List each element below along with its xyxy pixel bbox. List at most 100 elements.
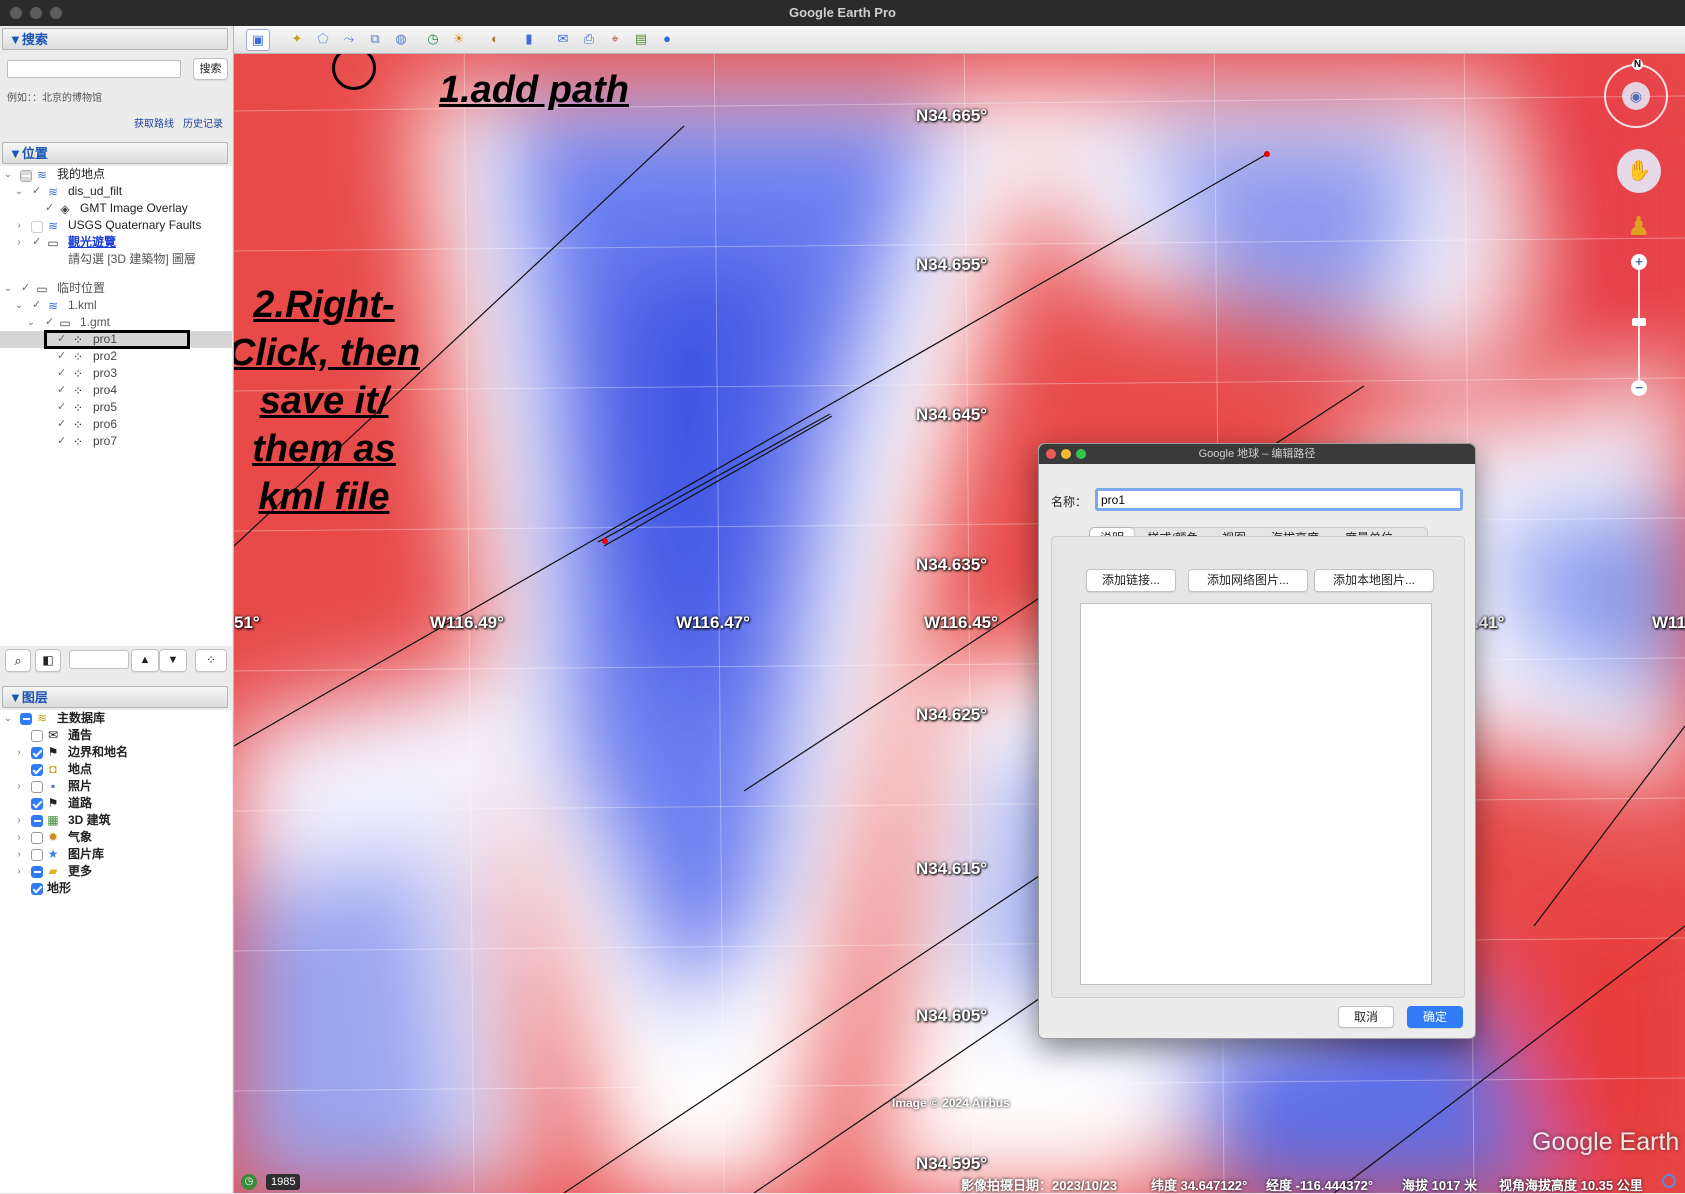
add-path-icon[interactable]: ⤳ xyxy=(338,29,360,49)
place-gmt-image-overlay[interactable]: GMT Image Overlay xyxy=(80,200,188,217)
add-link-button[interactable]: 添加链接... xyxy=(1086,569,1176,592)
chevron-right-icon[interactable]: › xyxy=(14,849,24,860)
place-1-gmt[interactable]: 1.gmt xyxy=(80,314,110,331)
earth-gallery-icon[interactable]: ● xyxy=(656,29,678,49)
path-name-input[interactable] xyxy=(1095,488,1463,511)
checkbox[interactable] xyxy=(31,849,43,861)
chevron-down-icon[interactable]: ⌄ xyxy=(14,300,24,311)
place-pro6[interactable]: pro6 xyxy=(93,416,117,433)
add-place-icon[interactable]: ⁘ xyxy=(195,649,227,672)
panel-toggle-icon[interactable]: ◧ xyxy=(35,649,61,672)
checkbox[interactable] xyxy=(31,235,43,250)
zoom-thumb[interactable] xyxy=(1632,318,1646,326)
add-polygon-icon[interactable]: ⬠ xyxy=(312,29,334,49)
search-input[interactable] xyxy=(7,60,181,78)
view-in-maps-icon[interactable]: ⌖ xyxy=(604,29,626,49)
description-textarea[interactable] xyxy=(1080,603,1432,985)
checkbox[interactable] xyxy=(56,434,68,449)
checkbox[interactable] xyxy=(31,815,43,827)
layer-roads[interactable]: 道路 xyxy=(68,795,92,812)
layer-notices[interactable]: 通告 xyxy=(68,727,92,744)
layer-3d-buildings[interactable]: 3D 建筑 xyxy=(68,812,111,829)
look-eye-icon[interactable]: ◉ xyxy=(1622,82,1650,110)
search-icon[interactable]: ⌕ xyxy=(5,649,31,672)
checkbox[interactable] xyxy=(56,332,68,347)
dialog-minimize-button[interactable] xyxy=(1061,449,1071,459)
add-placemark-icon[interactable]: ✦ xyxy=(286,29,308,49)
checkbox[interactable] xyxy=(31,221,43,233)
layer-borders-labels[interactable]: 边界和地名 xyxy=(68,744,128,761)
chevron-right-icon[interactable]: › xyxy=(14,781,24,792)
add-web-image-button[interactable]: 添加网络图片... xyxy=(1188,569,1308,592)
chevron-down-icon[interactable]: ⌄ xyxy=(3,713,13,724)
email-icon[interactable]: ✉ xyxy=(552,29,574,49)
minimize-window-button[interactable] xyxy=(30,7,42,19)
zoom-out-icon[interactable]: − xyxy=(1631,380,1647,396)
place-sightseeing[interactable]: 觀光遊覽 xyxy=(68,234,116,251)
chevron-down-icon[interactable]: ⌄ xyxy=(14,186,24,197)
get-route-link[interactable]: 获取路线 xyxy=(134,116,174,133)
dialog-zoom-button[interactable] xyxy=(1076,449,1086,459)
sunlight-icon[interactable]: ☀ xyxy=(448,29,470,49)
chevron-down-icon[interactable]: ⌄ xyxy=(26,317,36,328)
zoom-in-icon[interactable]: + xyxy=(1631,254,1647,270)
checkbox[interactable] xyxy=(31,883,43,895)
places-filter-input[interactable] xyxy=(69,650,129,669)
layer-terrain[interactable]: 地形 xyxy=(47,880,71,897)
checkbox[interactable] xyxy=(31,730,43,742)
arrow-down-icon[interactable]: ▼ xyxy=(159,649,187,672)
search-button[interactable]: 搜索 xyxy=(193,58,228,80)
checkbox[interactable] xyxy=(20,713,32,725)
layer-weather[interactable]: 气象 xyxy=(68,829,92,846)
checkbox[interactable] xyxy=(56,400,68,415)
checkbox[interactable] xyxy=(44,315,56,330)
chevron-right-icon[interactable]: › xyxy=(14,815,24,826)
ruler-icon[interactable]: ▮ xyxy=(518,29,540,49)
checkbox[interactable] xyxy=(56,417,68,432)
checkbox[interactable] xyxy=(31,866,43,878)
chevron-down-icon[interactable]: ⌄ xyxy=(3,283,13,294)
sidebar-toggle-icon[interactable]: ▣ xyxy=(246,29,270,51)
save-image-icon[interactable]: ▤ xyxy=(630,29,652,49)
add-local-image-button[interactable]: 添加本地图片... xyxy=(1314,569,1434,592)
history-link[interactable]: 历史记录 xyxy=(183,116,223,133)
place-my-places[interactable]: 我的地点 xyxy=(57,166,105,183)
checkbox[interactable] xyxy=(20,281,32,296)
layer-primary-database[interactable]: 主数据库 xyxy=(57,710,105,727)
dialog-close-button[interactable] xyxy=(1046,449,1056,459)
street-view-pegman-icon[interactable]: ♟ xyxy=(1627,209,1650,243)
chevron-right-icon[interactable]: › xyxy=(14,832,24,843)
checkbox[interactable] xyxy=(44,201,56,216)
layer-more[interactable]: 更多 xyxy=(68,863,92,880)
checkbox[interactable] xyxy=(31,184,43,199)
checkbox[interactable] xyxy=(20,170,32,182)
ok-button[interactable]: 确定 xyxy=(1407,1006,1463,1028)
zoom-slider[interactable]: + − xyxy=(1631,254,1647,396)
checkbox[interactable] xyxy=(31,798,43,810)
checkbox[interactable] xyxy=(31,832,43,844)
place-1-kml[interactable]: 1.kml xyxy=(68,297,97,314)
place-pro5[interactable]: pro5 xyxy=(93,399,117,416)
checkbox[interactable] xyxy=(31,781,43,793)
layer-places[interactable]: 地点 xyxy=(68,761,92,778)
add-overlay-icon[interactable]: ⧉ xyxy=(364,29,386,49)
historical-imagery-icon[interactable]: ◷ xyxy=(241,1174,257,1190)
zoom-window-button[interactable] xyxy=(50,7,62,19)
layer-gallery[interactable]: 图片库 xyxy=(68,846,104,863)
place-dis-ud-filt[interactable]: dis_ud_filt xyxy=(68,183,122,200)
chevron-right-icon[interactable]: › xyxy=(14,237,24,248)
cancel-button[interactable]: 取消 xyxy=(1338,1006,1394,1028)
checkbox[interactable] xyxy=(31,298,43,313)
places-panel-header[interactable]: ▼位置 xyxy=(2,142,228,164)
place-pro4[interactable]: pro4 xyxy=(93,382,117,399)
checkbox[interactable] xyxy=(31,747,43,759)
chevron-down-icon[interactable]: ⌄ xyxy=(3,169,13,180)
close-window-button[interactable] xyxy=(10,7,22,19)
checkbox[interactable] xyxy=(31,764,43,776)
checkbox[interactable] xyxy=(56,383,68,398)
checkbox[interactable] xyxy=(56,349,68,364)
place-pro7[interactable]: pro7 xyxy=(93,433,117,450)
place-pro2[interactable]: pro2 xyxy=(93,348,117,365)
place-pro1[interactable]: pro1 xyxy=(93,331,117,348)
arrow-up-icon[interactable]: ▲ xyxy=(131,649,159,672)
